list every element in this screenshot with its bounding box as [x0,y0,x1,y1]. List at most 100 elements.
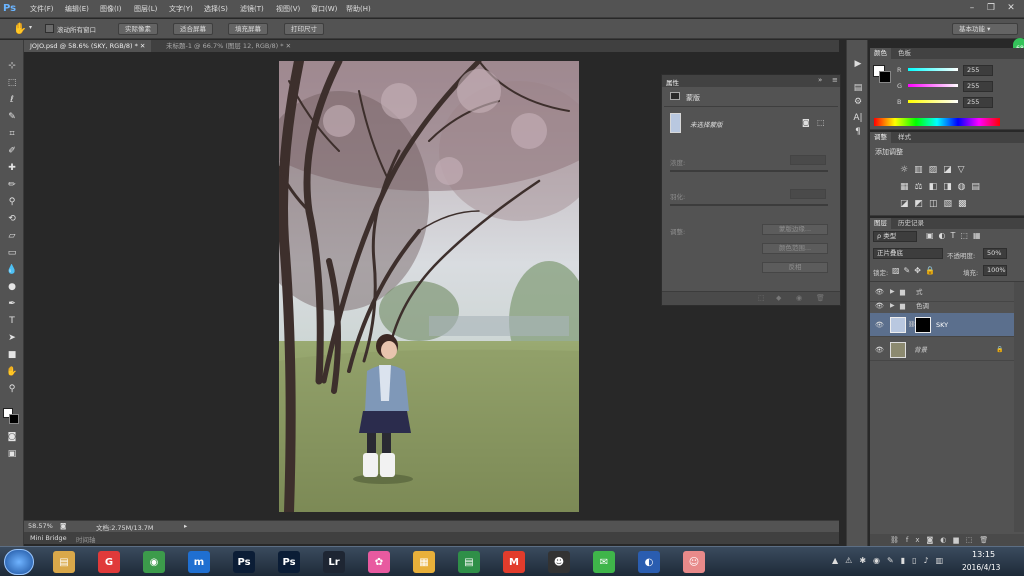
layer-filter-icons[interactable]: ▣◐T⬚▦ [926,231,986,240]
status-menu-icon[interactable]: ◙ [60,522,66,530]
background-color-swatch[interactable] [9,414,19,424]
mask-thumbnail[interactable] [670,113,681,133]
system-tray-icons[interactable]: ▲⚠✱◉✎▮▯♪▥ [832,556,950,565]
tab-timeline[interactable]: 时间轴 [76,534,96,544]
minimize-icon[interactable]: – [965,2,979,14]
invert-button[interactable]: 反相 [762,262,828,273]
layers-footer-icons[interactable]: ⛓fx◙◐▆⬚🗑 [870,534,1024,546]
workspace-dropdown[interactable]: 基本功能 ▾ [952,23,1018,35]
toggle-mask-icon[interactable]: ◉ [796,294,802,302]
tab-swatches[interactable]: 色板 [894,48,915,59]
tab-styles[interactable]: 样式 [894,132,915,143]
tab-adjustments[interactable]: 调整 [870,132,891,143]
clock-time[interactable]: 13:15 [972,550,995,559]
tab-jojo[interactable]: JOJO.psd @ 58.6% (SKY, RGB/8) * ✕ [24,40,152,52]
menu-view[interactable]: 视图(V) [276,4,300,14]
paragraph-icon[interactable]: ¶ [851,126,865,138]
tab-color[interactable]: 颜色 [870,48,891,59]
taskbar-app-app-red[interactable]: G [89,549,129,575]
menu-edit[interactable]: 编辑(E) [65,4,89,14]
visibility-eye-icon[interactable]: 👁 [875,339,885,361]
hand-tool-icon[interactable]: ✋ [5,366,19,378]
layers-scrollbar[interactable] [1014,282,1024,532]
mask-edge-button[interactable]: 蒙版边缘... [762,224,828,235]
quick-select-tool-icon[interactable]: ✎ [5,111,19,123]
taskbar-app-app-circle[interactable]: ◐ [629,549,669,575]
zoom-level[interactable]: 58.57% [28,522,53,530]
fill-screen-button[interactable]: 填充屏幕 [228,23,268,35]
tab-untitled[interactable]: 未标题-1 @ 66.7% (图层 12, RGB/8) * ✕ [160,40,297,52]
apply-mask-icon[interactable]: ◆ [776,294,781,302]
menu-select[interactable]: 选择(S) [204,4,228,14]
menu-filter[interactable]: 滤镜(T) [240,4,264,14]
print-size-button[interactable]: 打印尺寸 [284,23,324,35]
feather-slider[interactable] [670,204,828,206]
menu-file[interactable]: 文件(F) [30,4,54,14]
layer-row[interactable]: 👁 背景 🔒 [870,339,1014,361]
clock-date[interactable]: 2016/4/13 [962,563,1000,572]
menu-help[interactable]: 帮助(H) [346,4,371,14]
zoom-tool-icon[interactable]: ⚲ [5,383,19,395]
document-image[interactable] [279,61,579,512]
path-select-icon[interactable]: ➤ [5,332,19,344]
scroll-all-windows-checkbox[interactable] [45,24,54,33]
taskbar-app-photoshop-2[interactable]: Ps [269,549,309,575]
taskbar-app-lightroom[interactable]: Lr [314,549,354,575]
menu-type[interactable]: 文字(Y) [169,4,193,14]
brush-tool-icon[interactable]: ✏ [5,179,19,191]
close-icon[interactable]: ✕ [286,42,291,50]
eyedropper-tool-icon[interactable]: ✐ [5,145,19,157]
move-tool-icon[interactable]: ⊹ [5,60,19,72]
density-input[interactable] [790,155,826,165]
taskbar-app-chrome[interactable]: ◉ [134,549,174,575]
add-vector-mask-icon[interactable]: ⬚ [817,118,825,127]
collapse-icon[interactable]: » [818,76,822,84]
marquee-tool-icon[interactable]: ⬚ [5,77,19,89]
taskbar-app-app-sheet[interactable]: ▤ [449,549,489,575]
adjustment-icons[interactable]: ☼▥▨◪▽ ▦⚖◧◨◍▤ ◪◩◫▧▩ [900,162,990,213]
dodge-tool-icon[interactable]: ● [5,281,19,293]
blur-tool-icon[interactable]: 💧 [5,264,19,276]
taskbar-app-app-flower[interactable]: ✿ [359,549,399,575]
close-icon[interactable]: ✕ [1004,2,1018,14]
taskbar-app-app-m[interactable]: M [494,549,534,575]
g-slider[interactable] [908,84,958,87]
color-spectrum[interactable] [874,118,1000,126]
pen-tool-icon[interactable]: ✒ [5,298,19,310]
tab-mini-bridge[interactable]: Mini Bridge [30,534,67,542]
taskbar-app-app-ghost[interactable]: ☺ [674,549,714,575]
taskbar-app-app-cube[interactable]: ▦ [404,549,444,575]
bg-color-swatch[interactable] [879,71,891,83]
history-brush-icon[interactable]: ⟲ [5,213,19,225]
opacity-input[interactable]: 50% [983,248,1007,259]
lock-icons[interactable]: ▨✎✥🔒 [892,266,939,275]
feather-input[interactable] [790,189,826,199]
load-selection-icon[interactable]: ⬚ [758,294,765,302]
tab-history[interactable]: 历史记录 [894,218,928,229]
density-slider[interactable] [670,170,828,172]
crop-tool-icon[interactable]: ⌗ [5,128,19,140]
shape-tool-icon[interactable]: ■ [5,349,19,361]
menu-layer[interactable]: 图层(L) [134,4,157,14]
panel-menu-icon[interactable]: ≡ [832,76,838,84]
tab-layers[interactable]: 图层 [870,218,891,229]
actual-pixels-button[interactable]: 实际像素 [118,23,158,35]
healing-brush-icon[interactable]: ✚ [5,162,19,174]
r-slider[interactable] [908,68,958,71]
menu-image[interactable]: 图像(I) [100,4,122,14]
visibility-eye-icon[interactable]: 👁 [875,313,885,337]
play-icon[interactable]: ▶ [851,58,865,70]
r-input[interactable]: 255 [963,65,993,76]
taskbar-app-photoshop-1[interactable]: Ps [224,549,264,575]
taskbar-app-qq[interactable]: ☻ [539,549,579,575]
delete-mask-icon[interactable]: 🗑 [816,294,825,302]
tool-preset-dropdown-icon[interactable]: ▾ [29,24,32,31]
g-input[interactable]: 255 [963,81,993,92]
character-icon[interactable]: A| [851,112,865,124]
color-range-button[interactable]: 颜色范围... [762,243,828,254]
hand-tool-icon[interactable]: ✋ [13,22,27,35]
gradient-tool-icon[interactable]: ▭ [5,247,19,259]
type-tool-icon[interactable]: T [5,315,19,327]
lasso-tool-icon[interactable]: ℓ [5,94,19,106]
fit-screen-button[interactable]: 适合屏幕 [173,23,213,35]
